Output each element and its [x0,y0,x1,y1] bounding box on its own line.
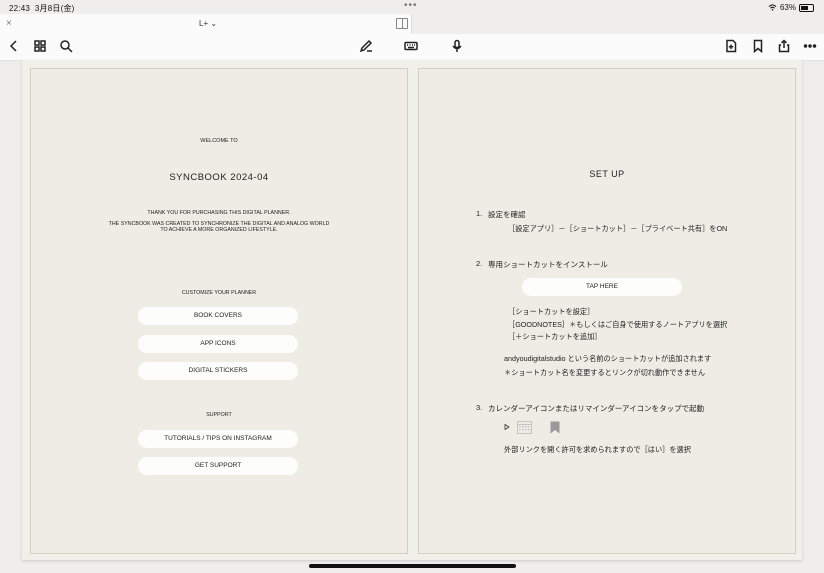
bookmark-icon [753,39,763,53]
grid-icon [34,40,46,52]
share-icon [778,39,790,53]
microphone-icon [452,39,462,52]
step-3-detail: 外部リンクを開く許可を求められますので［はい］を選択 [504,445,691,454]
tab-bar: × L+ ⌄ [0,14,824,34]
step-2-line-2: ［GOODNOTES］＊もしくはご自身で使用するノートアプリを選択 [508,320,728,329]
reminder-bookmark-icon[interactable] [550,421,560,434]
add-page-button[interactable] [723,38,739,54]
keyboard-icon [404,41,418,51]
bookmark-button[interactable] [750,38,766,54]
toolbar [0,34,824,61]
get-support-button[interactable]: GET SUPPORT [138,457,298,475]
play-icon [504,424,510,430]
step-2-title: 専用ショートカットをインストール [488,260,608,269]
book-covers-button[interactable]: BOOK COVERS [138,307,298,325]
step-3-number: 3. [476,403,483,412]
step-1-number: 1. [476,209,483,218]
more-icon [803,44,817,48]
split-view-icon[interactable] [396,18,408,29]
calendar-icon[interactable] [517,420,532,434]
tab-title[interactable]: L+ ⌄ [199,19,217,28]
add-page-icon [726,39,737,53]
step-1-title: 設定を確認 [488,210,526,219]
status-time: 22:43 3月8日(金) [9,4,75,13]
customize-heading: CUSTOMIZE YOUR PLANNER [181,290,257,296]
home-indicator[interactable] [309,564,516,568]
wifi-icon [768,4,777,11]
search-icon [60,40,73,53]
setup-title: SET UP [589,169,625,179]
thumbnails-button[interactable] [32,38,48,54]
app-icons-button[interactable]: APP ICONS [138,335,298,353]
chevron-down-icon: ⌄ [210,19,218,28]
pen-icon [359,39,373,53]
tap-here-button[interactable]: TAP HERE [522,278,682,296]
step-2-line-3: ［＋ショートカットを追加］ [508,332,602,341]
share-button[interactable] [776,38,792,54]
step-1-detail: ［設定アプリ］－［ショートカット］－［プライベート共有］をON [508,224,728,233]
support-heading: SUPPORT [206,412,232,418]
step-2-line-1: ［ショートカットを設定］ [508,307,595,316]
more-button[interactable] [802,38,818,54]
document-tab[interactable]: × L+ ⌄ [0,14,412,34]
multitask-dots[interactable]: ••• [404,0,418,11]
chevron-left-icon [9,40,17,52]
step-2-number: 2. [476,259,483,268]
welcome-panel: WELCOME TO SYNCBOOK 2024-04 THANK YOU FO… [30,68,408,554]
back-button[interactable] [6,38,22,54]
dictation-button[interactable] [449,38,465,54]
setup-panel: SET UP 1. 設定を確認 ［設定アプリ］－［ショートカット］－［プライベー… [418,68,796,554]
thanks-text: THANK YOU FOR PURCHASING THIS DIGITAL PL… [147,210,291,216]
close-tab-icon[interactable]: × [6,18,12,29]
welcome-label: WELCOME TO [200,138,238,144]
keyboard-button[interactable] [403,38,419,54]
page-title: SYNCBOOK 2024-04 [169,172,269,183]
battery-percent: 63% [779,3,796,12]
description-line-2: TO ACHIEVE A MORE ORGANIZED LIFESTYLE. [160,227,278,233]
step-3-title: カレンダーアイコンまたはリマインダーアイコンをタップで起動 [488,404,705,413]
digital-stickers-button[interactable]: DIGITAL STICKERS [138,362,298,380]
status-right: 63% [768,3,814,12]
step-2-line-4: andyoudigitalstudio という名前のショートカットが追加されます [504,354,712,363]
battery-icon [799,3,814,12]
pen-tool-button[interactable] [358,38,374,54]
step-2-line-5: ＊ショートカット名を変更するとリンクが切れ動作できません [504,368,706,377]
search-button[interactable] [58,38,74,54]
tutorials-button[interactable]: TUTORIALS / TIPS ON INSTAGRAM [138,430,298,448]
status-bar: 22:43 3月8日(金) ••• 63% [0,0,824,14]
document-page: WELCOME TO SYNCBOOK 2024-04 THANK YOU FO… [22,60,802,560]
